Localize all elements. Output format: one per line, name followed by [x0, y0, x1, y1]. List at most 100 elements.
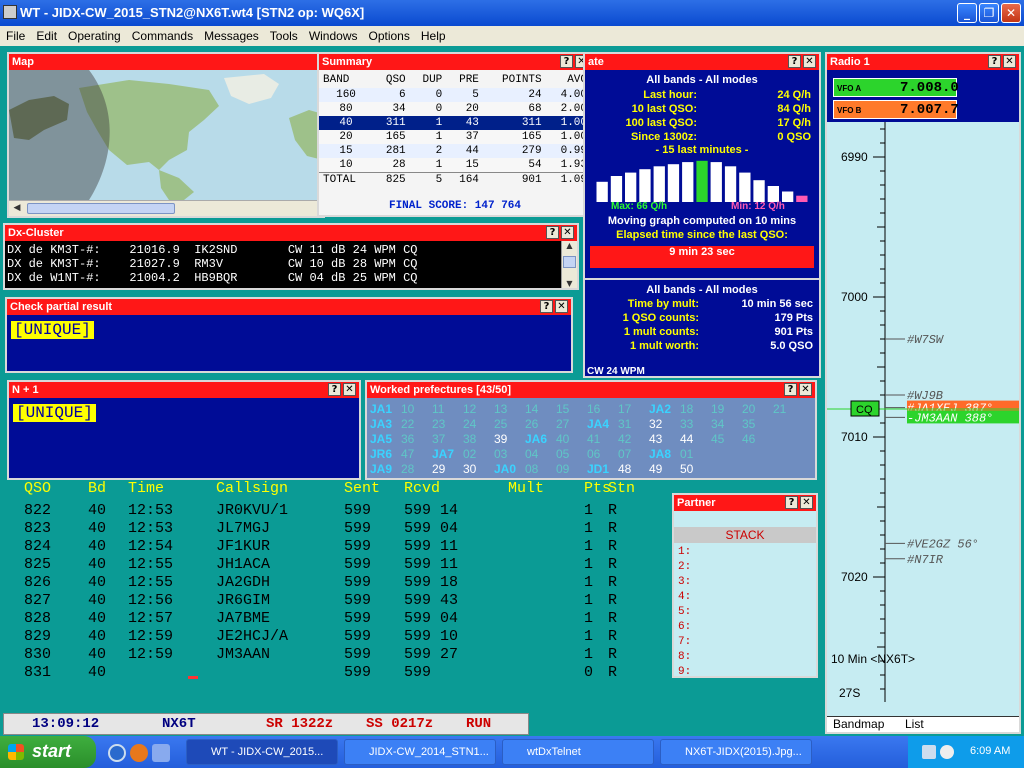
cluster-spot[interactable]: DX de KM3T-#: 21016.9 IK2SND CW 11 dB 24…: [7, 243, 559, 257]
cluster-spot[interactable]: DX de W1NT-#: 21004.2 HB9BQR CW 04 dB 25…: [7, 271, 559, 285]
stack-slot[interactable]: 1:: [678, 545, 691, 560]
log-row[interactable]: 828 40 12:57 JA7BME 599 599 04 1 R: [24, 610, 664, 628]
vfo-b-display[interactable]: VFO B 7.007.7: [833, 100, 959, 119]
scroll-left-icon[interactable]: ◀: [11, 203, 23, 215]
stack-slot[interactable]: 4:: [678, 590, 691, 605]
help-icon[interactable]: ?: [988, 55, 1001, 68]
cluster-scrollbar[interactable]: ▲ ▼: [561, 241, 577, 288]
summary-row[interactable]: 15 281 2 44 279 0.99: [319, 144, 591, 158]
stack-slot[interactable]: 7:: [678, 635, 691, 650]
summary-row[interactable]: 10 28 1 15 54 1.93: [319, 158, 591, 173]
cluster-spot[interactable]: DX de KM3T-#: 21027.9 RM3V CW 10 dB 28 W…: [7, 257, 559, 271]
stack-slot[interactable]: 8:: [678, 650, 691, 665]
restore-button[interactable]: ❐: [979, 3, 999, 23]
log-cell[interactable]: 599: [344, 664, 371, 682]
scroll-down-icon[interactable]: ▼: [562, 279, 577, 288]
minimize-button[interactable]: _: [957, 3, 977, 23]
help-icon[interactable]: ?: [784, 383, 797, 396]
log-cell[interactable]: 599: [404, 664, 431, 682]
close-icon[interactable]: ✕: [561, 226, 574, 239]
log-entry-row[interactable]: 831 40 599 599 0 R: [24, 664, 664, 682]
rate-value: 84 Q/h: [777, 103, 811, 115]
tab-bandmap[interactable]: Bandmap: [833, 717, 884, 731]
bandmap-spot[interactable]: #N7IR: [907, 553, 944, 567]
bandmap-spot[interactable]: -JM3AAN 388°: [907, 411, 993, 425]
summary-row[interactable]: 40 311 1 43 311 1.00: [319, 116, 591, 130]
close-icon[interactable]: ✕: [343, 383, 356, 396]
menu-help[interactable]: Help: [415, 26, 451, 44]
close-icon[interactable]: ✕: [803, 55, 816, 68]
log-row[interactable]: 826 40 12:55 JA2GDH 599 599 18 1 R: [24, 574, 664, 592]
help-icon[interactable]: ?: [540, 300, 553, 313]
bandmap[interactable]: 6990700070107020#W7SW#WJ9B#JA1XEJ 387°-J…: [827, 122, 1019, 702]
close-icon[interactable]: ✕: [1003, 55, 1016, 68]
summary-row[interactable]: 20 165 1 37 165 1.00: [319, 130, 591, 144]
help-icon[interactable]: ?: [785, 496, 798, 509]
close-icon[interactable]: ✕: [799, 383, 812, 396]
log-cell: 40: [88, 628, 107, 645]
menu-file[interactable]: File: [0, 26, 30, 44]
stack-slot[interactable]: 9:: [678, 665, 691, 680]
log-row[interactable]: 825 40 12:55 JH1ACA 599 599 11 1 R: [24, 556, 664, 574]
scroll-thumb[interactable]: [563, 256, 576, 268]
summary-cell: 0: [435, 89, 443, 101]
log-cell[interactable]: R: [608, 664, 617, 682]
log-row[interactable]: 829 40 12:59 JE2HCJ/A 599 599 10 1 R: [24, 628, 664, 646]
log-cell: 1: [584, 646, 594, 663]
log-row[interactable]: 824 40 12:54 JF1KUR 599 599 11 1 R: [24, 538, 664, 556]
log-cell[interactable]: 0: [584, 664, 593, 682]
log-row[interactable]: 823 40 12:53 JL7MGJ 599 599 04 1 R: [24, 520, 664, 538]
menu-tools[interactable]: Tools: [264, 26, 303, 44]
summary-row[interactable]: 160 6 0 5 24 4.00: [319, 88, 591, 102]
menu-options[interactable]: Options: [363, 26, 415, 44]
task-wt[interactable]: WT - JIDX-CW_2015...: [186, 739, 338, 765]
map-scrollbar[interactable]: ◀: [9, 200, 323, 216]
scroll-up-icon[interactable]: ▲: [562, 241, 577, 250]
log-cell[interactable]: 831: [24, 664, 51, 682]
log-cell: R: [608, 610, 618, 627]
menu-commands[interactable]: Commands: [126, 26, 198, 44]
desktop-icon[interactable]: [152, 744, 170, 762]
task-wtdxtelnet[interactable]: wtDxTelnet: [502, 739, 654, 765]
firefox-icon[interactable]: [130, 744, 148, 762]
volume-icon[interactable]: [940, 745, 954, 759]
stack-slot[interactable]: 3:: [678, 575, 691, 590]
log-row[interactable]: 822 40 12:53 JR0KVU/1 599 599 14 1 R: [24, 502, 664, 520]
log-cell: 12:54: [128, 538, 174, 555]
network-icon[interactable]: [922, 745, 936, 759]
world-map[interactable]: [9, 70, 323, 200]
menu-operating[interactable]: Operating: [62, 26, 126, 44]
quicklaunch-icon[interactable]: [108, 744, 126, 762]
bandmap-spot[interactable]: #VE2GZ 56°: [907, 537, 979, 551]
close-icon[interactable]: ✕: [800, 496, 813, 509]
close-icon[interactable]: ✕: [555, 300, 568, 313]
rate-value: 24 Q/h: [777, 89, 811, 101]
bandmap-spot[interactable]: #W7SW: [907, 333, 945, 347]
status-time: 13:09:12: [32, 716, 100, 732]
close-button[interactable]: ✕: [1001, 3, 1021, 23]
prefecture-item: JA9: [370, 462, 393, 476]
summary-col-header: QSO: [385, 74, 406, 86]
help-icon[interactable]: ?: [788, 55, 801, 68]
window-titlebar[interactable]: WT - JIDX-CW_2015_STN2@NX6T.wt4 [STN2 op…: [0, 0, 1024, 26]
log-row[interactable]: 830 40 12:59 JM3AAN 599 599 27 1 R: [24, 646, 664, 664]
task-image[interactable]: NX6T-JIDX(2015).Jpg...: [660, 739, 812, 765]
log-cell[interactable]: 40: [88, 664, 106, 682]
stack-slot[interactable]: 5:: [678, 605, 691, 620]
summary-cell: 10: [339, 159, 353, 171]
vfo-a-display[interactable]: VFO A 7.008.0: [833, 78, 959, 97]
menu-messages[interactable]: Messages: [198, 26, 264, 44]
help-icon[interactable]: ?: [328, 383, 341, 396]
help-icon[interactable]: ?: [546, 226, 559, 239]
scroll-thumb[interactable]: [27, 203, 175, 214]
start-button[interactable]: start: [0, 736, 96, 768]
summary-row[interactable]: 80 34 0 20 68 2.00: [319, 102, 591, 116]
help-icon[interactable]: ?: [560, 55, 573, 68]
log-row[interactable]: 827 40 12:56 JR6GIM 599 599 43 1 R: [24, 592, 664, 610]
menu-edit[interactable]: Edit: [30, 26, 62, 44]
stack-slot[interactable]: 2:: [678, 560, 691, 575]
menu-windows[interactable]: Windows: [303, 26, 363, 44]
task-jidx-2014[interactable]: JIDX-CW_2014_STN1...: [344, 739, 496, 765]
tab-list[interactable]: List: [905, 717, 924, 731]
stack-slot[interactable]: 6:: [678, 620, 691, 635]
